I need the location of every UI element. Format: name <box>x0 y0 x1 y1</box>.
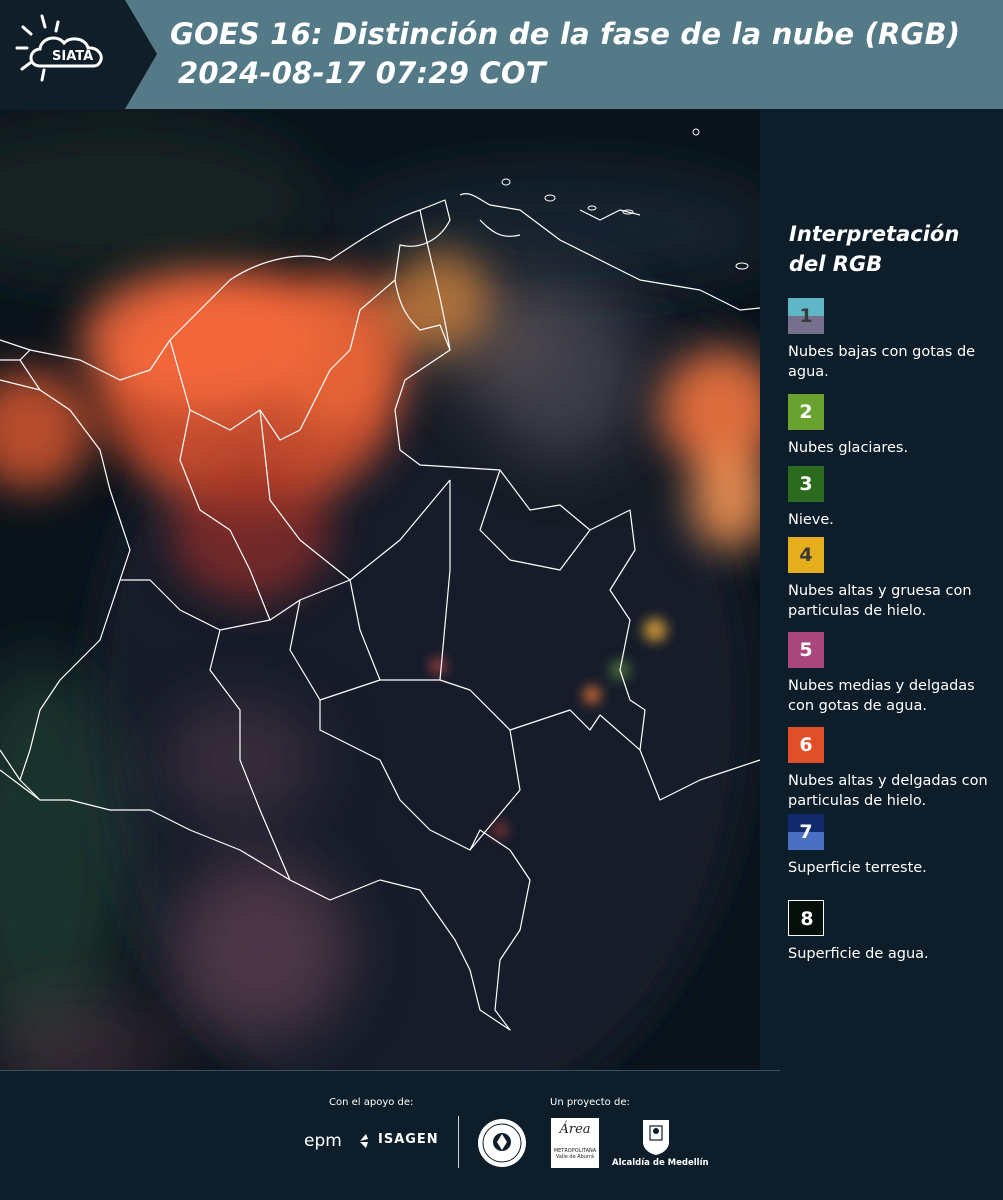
support-label: Con el apoyo de: <box>329 1097 414 1108</box>
siata-logo-shape: SIATA <box>0 0 157 109</box>
area-metropolitana-logo: Área METROPOLITANA Valle de Aburrá <box>551 1118 599 1168</box>
legend-label: Nubes bajas con gotas de agua. <box>788 344 976 380</box>
legend-title: Interpretación del RGB <box>789 219 959 279</box>
legend-swatch: 8 <box>788 900 824 936</box>
legend-swatch-number: 4 <box>799 544 813 566</box>
legend-label: Nubes glaciares. <box>788 440 909 456</box>
legend-label: Nubes altas y gruesa con particulas de h… <box>788 583 972 619</box>
legend-label: Superficie de agua. <box>788 946 929 962</box>
page-timestamp: 2024-08-17 07:29 COT <box>178 56 546 90</box>
area-logo-text: Área <box>559 1122 591 1137</box>
epm-logo: epm <box>304 1131 342 1151</box>
legend-swatch: 2 <box>788 394 824 430</box>
legend-swatch: 6 <box>788 727 824 763</box>
legend-swatch: 4 <box>788 537 824 573</box>
legend-label: Nubes medias y delgadas con gotas de agu… <box>788 678 975 714</box>
legend-swatch-number: 1 <box>799 305 813 327</box>
legend-swatch-number: 6 <box>799 734 813 756</box>
legend-swatch: 5 <box>788 632 824 668</box>
university-seal-icon <box>478 1119 526 1167</box>
footer-vertical-divider <box>458 1116 459 1168</box>
legend-title-line1: Interpretación <box>789 222 960 246</box>
legend-swatch-number: 2 <box>799 401 813 423</box>
legend-swatch-number: 5 <box>799 639 813 661</box>
siata-logo-text: SIATA <box>52 49 93 64</box>
legend-swatch: 3 <box>788 466 824 502</box>
area-logo-subtext: METROPOLITANA Valle de Aburrá <box>553 1148 597 1160</box>
legend-label: Nieve. <box>788 512 834 528</box>
legend-swatch: 1 <box>788 298 824 334</box>
medellin-shield-icon <box>643 1120 669 1155</box>
footer: Con el apoyo de: Un proyecto de: epm ISA… <box>0 1070 1003 1200</box>
legend-label: Nubes altas y delgadas con particulas de… <box>788 773 988 809</box>
legend-title-line2: del RGB <box>789 252 883 276</box>
footer-divider <box>0 1070 780 1071</box>
project-label: Un proyecto de: <box>550 1097 630 1108</box>
header-bar: SIATA GOES 16: Distinción de la fase de … <box>0 0 1003 109</box>
legend-swatch: 7 <box>788 814 824 850</box>
satellite-map[interactable] <box>0 110 760 1070</box>
satellite-image <box>0 110 760 1070</box>
legend-label: Superficie terreste. <box>788 860 927 876</box>
legend-swatch-number: 7 <box>799 821 813 843</box>
isagen-logo: ISAGEN <box>378 1132 439 1147</box>
medellin-logo-text: Alcaldía de Medellín <box>612 1158 709 1168</box>
siata-logo[interactable]: SIATA <box>0 0 160 109</box>
page-title: GOES 16: Distinción de la fase de la nub… <box>170 17 961 51</box>
legend-swatch-number: 8 <box>800 908 814 930</box>
legend-swatch-number: 3 <box>799 473 813 495</box>
isagen-icon <box>360 1134 368 1148</box>
legend-panel: Interpretación del RGB 1 Nubes bajas con … <box>760 110 1003 1070</box>
